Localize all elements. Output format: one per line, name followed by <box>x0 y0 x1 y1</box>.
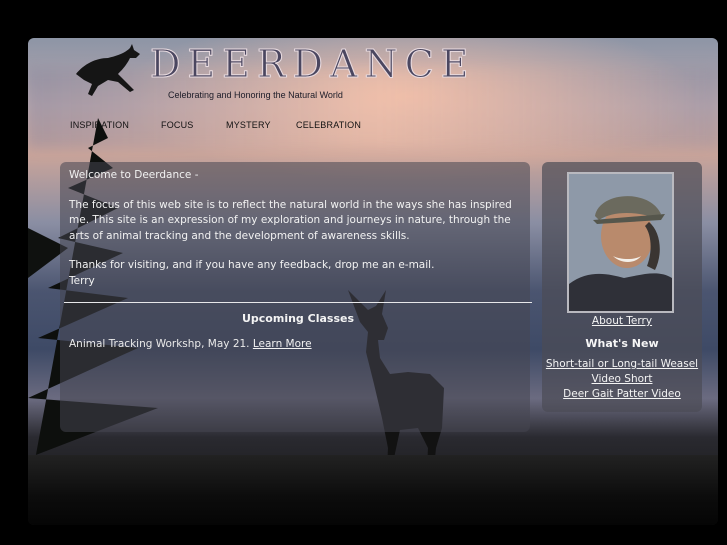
site-tagline: Celebrating and Honoring the Natural Wor… <box>168 90 343 100</box>
learn-more-link[interactable]: Learn More <box>253 338 312 350</box>
class-item: Animal Tracking Workshp, May 21. Learn M… <box>69 338 312 350</box>
leaping-deer-logo-icon[interactable] <box>74 44 144 96</box>
deer-gait-video-link[interactable]: Deer Gait Patter Video <box>563 388 681 400</box>
signature: Terry <box>69 274 95 287</box>
author-portrait-image <box>569 174 672 311</box>
whats-new-item: Video Short <box>542 373 702 385</box>
intro-paragraph: The focus of this web site is to reflect… <box>69 198 512 242</box>
whats-new-item: Short-tail or Long-tail Weasel <box>542 358 702 370</box>
nav-mystery[interactable]: MYSTERY <box>226 120 271 130</box>
nav-focus[interactable]: FOCUS <box>161 120 194 130</box>
class-item-text: Animal Tracking Workshp, May 21. <box>69 338 250 350</box>
whats-new-item: Deer Gait Patter Video <box>542 388 702 400</box>
grass-ground <box>28 455 718 525</box>
nav-celebration[interactable]: CELEBRATION <box>296 120 361 130</box>
weasel-link[interactable]: Short-tail or Long-tail Weasel <box>546 358 698 370</box>
main-nav: INSPIRATION FOCUS MYSTERY CELEBRATION <box>0 120 727 134</box>
about-terry-link[interactable]: About Terry <box>592 315 652 327</box>
thanks-text: Thanks for visiting, and if you have any… <box>69 259 435 271</box>
about-terry: About Terry <box>542 315 702 327</box>
upcoming-classes-heading: Upcoming Classes <box>241 312 355 325</box>
divider <box>64 302 532 303</box>
nav-inspiration[interactable]: INSPIRATION <box>70 120 129 130</box>
site-title[interactable]: DEERDANCE <box>150 42 476 87</box>
welcome-heading: Welcome to Deerdance - <box>69 169 199 181</box>
whats-new-heading: What's New <box>585 337 659 350</box>
welcome-content: Welcome to Deerdance - The focus of this… <box>69 168 524 289</box>
video-short-link[interactable]: Video Short <box>592 373 653 385</box>
author-photo[interactable] <box>567 172 674 313</box>
